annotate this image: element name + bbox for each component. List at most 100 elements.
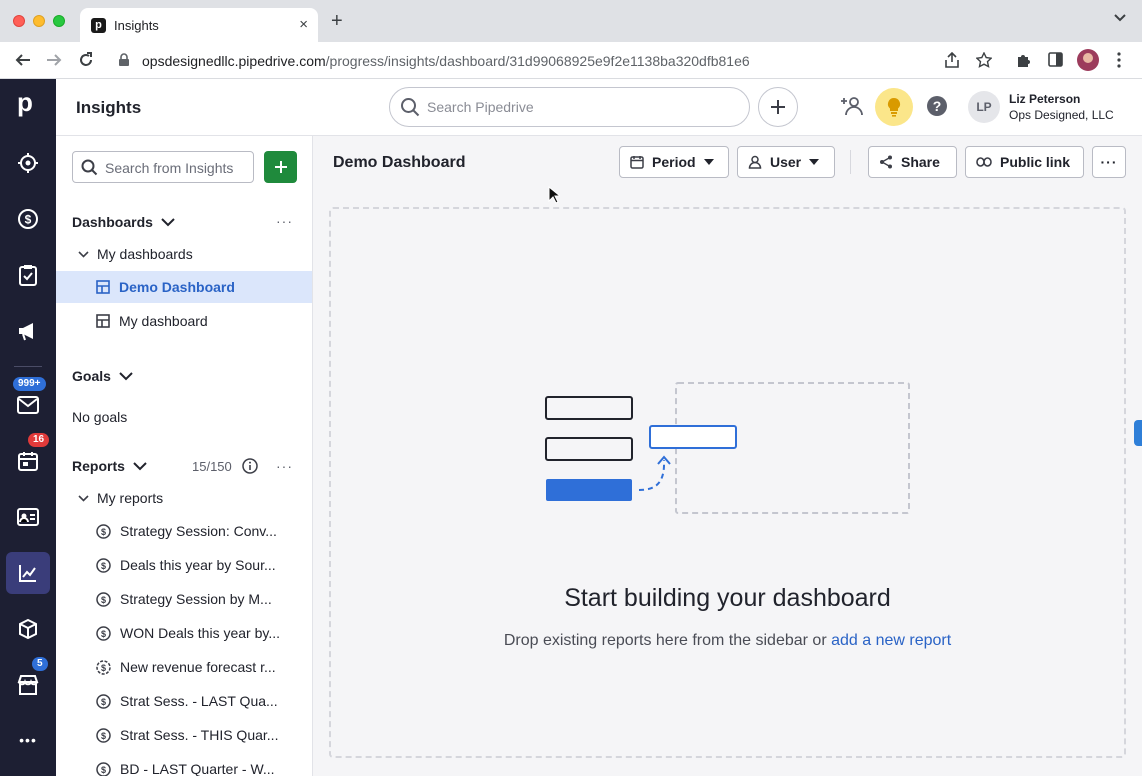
sidebar-dashboard-demo[interactable]: Demo Dashboard — [56, 271, 312, 303]
user-avatar[interactable]: LP — [968, 91, 1000, 123]
chevron-down-icon — [78, 494, 89, 502]
my-dashboards-toggle[interactable]: My dashboards — [78, 246, 193, 262]
global-search-input[interactable]: Search Pipedrive — [389, 87, 750, 127]
dollar-icon: $ — [96, 591, 111, 607]
megaphone-icon — [19, 323, 33, 341]
reports-more-button[interactable]: ··· — [276, 458, 293, 474]
side-panel-tab[interactable] — [1134, 420, 1142, 446]
left-navigation: p $ 999+ 16 5 ••• — [0, 79, 56, 776]
dashboards-label: Dashboards — [72, 214, 153, 230]
toolbar-divider — [850, 150, 851, 174]
url-field[interactable]: opsdesignedllc.pipedrive.com/progress/in… — [106, 46, 1010, 75]
info-icon[interactable] — [242, 458, 258, 474]
browser-profile-avatar[interactable] — [1077, 49, 1099, 71]
dollar-circle-icon: $ — [18, 209, 38, 229]
sidebar-report[interactable]: $ Strat Sess. - LAST Qua... — [56, 685, 312, 717]
window-minimize-button[interactable] — [33, 15, 45, 27]
share-button[interactable]: Share — [868, 146, 957, 178]
sidebar-search-input[interactable]: Search from Insights — [72, 151, 254, 183]
my-reports-toggle[interactable]: My reports — [78, 490, 163, 506]
plus-icon — [274, 161, 287, 173]
report-label: Strat Sess. - LAST Qua... — [120, 693, 278, 709]
share-label: Share — [901, 154, 940, 170]
forward-arrow-icon[interactable] — [45, 51, 63, 69]
caret-down-icon — [703, 159, 714, 165]
url-path: /progress/insights/dashboard/31d99068925… — [325, 53, 750, 69]
marketplace-badge: 5 — [32, 657, 48, 671]
add-insight-button[interactable] — [264, 151, 297, 183]
dollar-icon: $ — [96, 557, 111, 573]
dashboard-more-button[interactable]: ··· — [1092, 146, 1126, 178]
window-zoom-button[interactable] — [53, 15, 65, 27]
forecast-icon: $ — [96, 659, 111, 675]
browser-tab[interactable]: p Insights × — [80, 8, 318, 42]
reports-section-toggle[interactable]: Reports — [72, 458, 147, 474]
report-label: Strategy Session by M... — [120, 591, 272, 607]
empty-state-subtitle-text: Drop existing reports here from the side… — [503, 632, 832, 649]
chart-line-icon — [19, 565, 36, 582]
calendar-icon — [18, 452, 38, 471]
dollar-icon: $ — [96, 625, 111, 641]
back-arrow-icon[interactable] — [14, 51, 32, 69]
public-link-button[interactable]: Public link — [965, 146, 1084, 178]
report-label: WON Deals this year by... — [120, 625, 281, 641]
browser-menu-icon[interactable] — [1117, 52, 1121, 68]
chevron-down-icon — [78, 250, 89, 258]
goals-section-toggle[interactable]: Goals — [72, 368, 133, 384]
period-label: Period — [652, 154, 696, 170]
sidebar-report[interactable]: $ Strategy Session by M... — [56, 583, 312, 615]
pipedrive-favicon-icon: p — [91, 18, 106, 33]
nav-more[interactable]: ••• — [6, 719, 50, 761]
chevron-down-icon — [133, 461, 147, 470]
dashboards-section-toggle[interactable]: Dashboards — [72, 214, 175, 230]
nav-deals[interactable]: $ — [6, 198, 50, 240]
extensions-puzzle-icon[interactable] — [1016, 52, 1032, 68]
tab-search-chevron-icon[interactable] — [1114, 14, 1126, 22]
nav-insights[interactable] — [6, 552, 50, 594]
suggestions-button[interactable] — [875, 88, 913, 126]
sidebar-report[interactable]: $ Deals this year by Sour... — [56, 549, 312, 581]
global-search-placeholder: Search Pipedrive — [427, 99, 534, 115]
quick-add-button[interactable] — [758, 87, 798, 127]
user-filter-button[interactable]: User — [737, 146, 835, 178]
dashboards-more-button[interactable]: ··· — [276, 213, 293, 229]
sidebar-report[interactable]: $ WON Deals this year by... — [56, 617, 312, 649]
dashboard-grid-icon — [96, 280, 110, 294]
dollar-icon: $ — [96, 693, 111, 709]
bookmark-star-icon[interactable] — [976, 52, 992, 68]
nav-contacts[interactable] — [6, 496, 50, 538]
sidebar-report[interactable]: $ New revenue forecast r... — [56, 651, 312, 683]
sidebar-report[interactable]: $ Strat Sess. - THIS Quar... — [56, 719, 312, 751]
nav-divider — [14, 366, 42, 367]
nav-products[interactable] — [6, 608, 50, 650]
reports-count: 15/150 — [192, 459, 232, 474]
nav-campaigns[interactable] — [6, 310, 50, 352]
user-name[interactable]: Liz Peterson — [1009, 92, 1080, 106]
pipedrive-logo[interactable]: p — [17, 87, 33, 118]
reload-icon[interactable] — [77, 51, 95, 69]
public-link-label: Public link — [1000, 154, 1071, 170]
sidebar-report[interactable]: $ BD - LAST Quarter - W... — [56, 753, 312, 776]
lock-icon[interactable] — [118, 53, 130, 67]
dashboard-label: Demo Dashboard — [119, 279, 235, 295]
contact-card-icon — [17, 508, 39, 526]
sidebar-dashboard-my[interactable]: My dashboard — [56, 305, 312, 337]
dashboard-label: My dashboard — [119, 313, 208, 329]
report-label: Strat Sess. - THIS Quar... — [120, 727, 279, 743]
side-panel-icon[interactable] — [1048, 52, 1063, 67]
nav-activities-list[interactable] — [6, 254, 50, 296]
share-page-icon[interactable] — [945, 52, 959, 68]
new-tab-button[interactable]: + — [331, 11, 343, 31]
sidebar-report[interactable]: $ Strategy Session: Conv... — [56, 515, 312, 547]
mail-icon — [17, 396, 39, 414]
window-close-button[interactable] — [13, 15, 25, 27]
box-icon — [19, 618, 37, 640]
svg-text:$: $ — [101, 527, 106, 537]
user-company[interactable]: Ops Designed, LLC — [1009, 108, 1114, 122]
invite-users-icon[interactable] — [840, 95, 864, 117]
tab-close-icon[interactable]: × — [299, 16, 308, 33]
nav-leads[interactable] — [6, 142, 50, 184]
help-icon[interactable]: ? — [927, 96, 947, 116]
add-new-report-link[interactable]: add a new report — [831, 632, 951, 649]
period-filter-button[interactable]: Period — [619, 146, 729, 178]
